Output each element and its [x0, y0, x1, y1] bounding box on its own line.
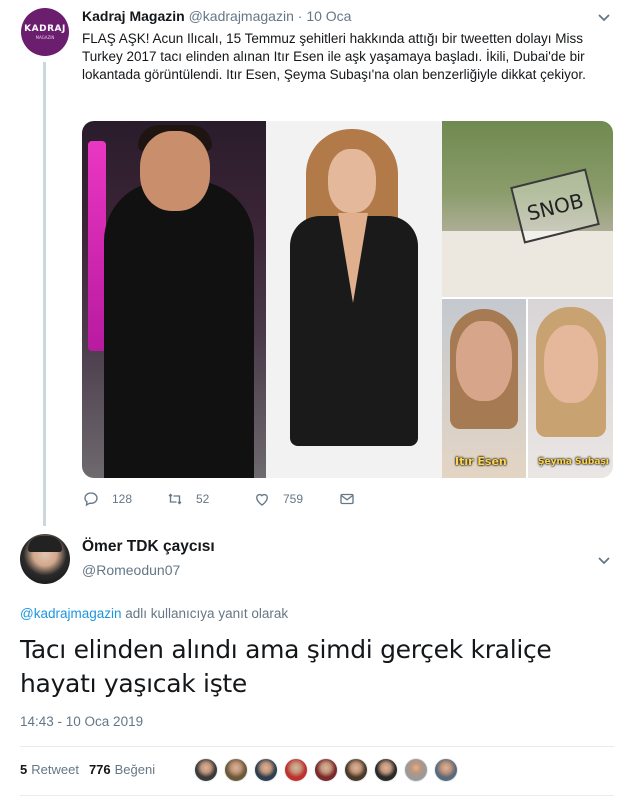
reply-author-handle[interactable]: @Romeodun07: [82, 562, 180, 578]
like-button[interactable]: 759: [253, 490, 303, 508]
reply-text: Tacı elinden alındı ama şimdi gerçek kra…: [20, 635, 552, 698]
media-photo-seyma-subasi: [528, 299, 613, 478]
direct-message-icon: [340, 493, 354, 505]
tweet-text: FLAŞ AŞK! Acun Ilıcalı, 15 Temmuz şehitl…: [82, 31, 586, 82]
liker-avatar[interactable]: [434, 758, 458, 782]
caption-seyma-subasi: Şeyma Subaşı: [538, 457, 609, 467]
liker-avatar[interactable]: [194, 758, 218, 782]
tweet-author-name[interactable]: Kadraj Magazin: [82, 8, 185, 24]
reply-author-avatar[interactable]: [20, 534, 70, 584]
tweet-author-handle[interactable]: @kadrajmagazin: [189, 8, 294, 24]
liker-avatar[interactable]: [314, 758, 338, 782]
tweet-date[interactable]: 10 Oca: [306, 8, 351, 24]
avatar-logo-subtext: MAGAZIN: [35, 35, 55, 40]
kadraj-magazin-avatar[interactable]: KADRAJ MAGAZIN: [21, 8, 69, 56]
reply-retweet-count: 5: [20, 762, 28, 777]
liker-avatars: [194, 758, 464, 782]
stats-top-divider: [20, 746, 614, 747]
retweet-stat[interactable]: 5 Retweet: [20, 762, 79, 777]
reply-count: 128: [112, 492, 133, 506]
reply-chevron-down-icon[interactable]: [597, 554, 611, 568]
reply-button[interactable]: 128: [82, 490, 132, 508]
avatar-logo-text: KADRAJ: [24, 24, 66, 34]
reply-engagement-stats: 5 Retweet 776 Beğeni: [20, 762, 155, 777]
media-photo-woman-dress: [266, 121, 442, 478]
stats-bottom-divider: [20, 795, 614, 796]
liker-avatar[interactable]: [374, 758, 398, 782]
tweet-media-collage[interactable]: SNOB Itır Esen Şeyma Subaşı: [82, 121, 613, 478]
chevron-down-icon[interactable]: [597, 11, 611, 25]
liker-avatar[interactable]: [404, 758, 428, 782]
liker-avatar[interactable]: [254, 758, 278, 782]
retweet-icon: [168, 493, 182, 505]
reply-like-label: Beğeni: [114, 762, 156, 777]
replying-to-context: @kadrajmagazin adlı kullanıcıya yanıt ol…: [20, 606, 288, 621]
tweet-header: Kadraj Magazin @kadrajmagazin · 10 Oca: [82, 8, 351, 24]
reply-icon: [84, 492, 98, 507]
caption-itir-esen: Itır Esen: [455, 455, 507, 468]
header-separator: ·: [297, 8, 303, 24]
liker-avatar[interactable]: [344, 758, 368, 782]
replying-to-mention[interactable]: @kadrajmagazin: [20, 606, 122, 621]
liker-avatar[interactable]: [224, 758, 248, 782]
replying-to-suffix: adlı kullanıcıya yanıt olarak: [121, 606, 289, 621]
reply-author-name[interactable]: Ömer TDK çaycısı: [82, 538, 215, 556]
direct-message-button[interactable]: [338, 490, 368, 508]
retweet-button[interactable]: 52: [166, 490, 209, 508]
like-stat[interactable]: 776 Beğeni: [89, 762, 155, 777]
media-photo-man: [82, 121, 266, 478]
retweet-count: 52: [196, 492, 210, 506]
reply-like-count: 776: [88, 762, 111, 777]
like-count: 759: [283, 492, 304, 506]
liker-avatar[interactable]: [284, 758, 308, 782]
reply-timestamp[interactable]: 14:43 - 10 Oca 2019: [20, 714, 143, 729]
like-icon: [256, 493, 268, 506]
media-photo-restaurant: SNOB: [442, 121, 613, 297]
reply-retweet-label: Retweet: [31, 762, 79, 777]
media-photo-itir-esen: [442, 299, 526, 478]
thread-connector-line: [43, 62, 46, 526]
tweet-actions: 128 52 759: [82, 490, 382, 512]
